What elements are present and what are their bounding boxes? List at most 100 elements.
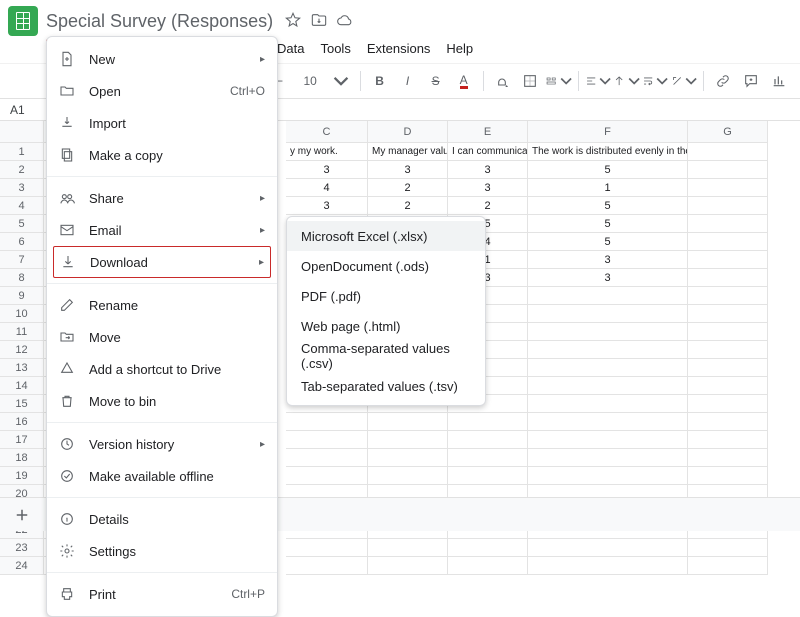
cell[interactable] bbox=[688, 449, 768, 467]
cell[interactable] bbox=[368, 449, 448, 467]
file-email[interactable]: Email ▸ bbox=[47, 214, 277, 246]
doc-title[interactable]: Special Survey (Responses) bbox=[46, 11, 273, 32]
row-header[interactable]: 11 bbox=[0, 323, 44, 341]
add-sheet-button[interactable] bbox=[8, 506, 36, 524]
cell[interactable] bbox=[286, 413, 368, 431]
cell[interactable] bbox=[448, 539, 528, 557]
cell[interactable] bbox=[688, 305, 768, 323]
cell[interactable] bbox=[528, 413, 688, 431]
cell[interactable] bbox=[448, 467, 528, 485]
cell[interactable] bbox=[368, 413, 448, 431]
row-header[interactable]: 1 bbox=[0, 143, 44, 161]
cell[interactable] bbox=[286, 431, 368, 449]
cell[interactable] bbox=[286, 539, 368, 557]
col-header-c[interactable]: C bbox=[286, 121, 368, 143]
bold-button[interactable]: B bbox=[367, 68, 393, 94]
file-new[interactable]: New ▸ bbox=[47, 43, 277, 75]
cell[interactable]: 5 bbox=[528, 215, 688, 233]
valign-button[interactable] bbox=[613, 68, 640, 94]
row-header[interactable]: 10 bbox=[0, 305, 44, 323]
menu-help[interactable]: Help bbox=[439, 38, 480, 59]
cell[interactable] bbox=[528, 305, 688, 323]
row-header[interactable]: 2 bbox=[0, 161, 44, 179]
fill-color-button[interactable] bbox=[489, 68, 515, 94]
file-add-shortcut[interactable]: Add a shortcut to Drive bbox=[47, 353, 277, 385]
cell[interactable] bbox=[688, 287, 768, 305]
cell[interactable] bbox=[688, 251, 768, 269]
cell[interactable] bbox=[688, 431, 768, 449]
row-header[interactable]: 9 bbox=[0, 287, 44, 305]
file-details[interactable]: Details bbox=[47, 503, 277, 535]
file-open[interactable]: Open Ctrl+O bbox=[47, 75, 277, 107]
download-csv[interactable]: Comma-separated values (.csv) bbox=[287, 341, 485, 371]
row-header[interactable]: 15 bbox=[0, 395, 44, 413]
cell[interactable] bbox=[448, 413, 528, 431]
cell[interactable]: 5 bbox=[528, 233, 688, 251]
cell[interactable] bbox=[368, 467, 448, 485]
row-header[interactable]: 24 bbox=[0, 557, 44, 575]
cell[interactable]: 4 bbox=[286, 179, 368, 197]
row-header[interactable]: 17 bbox=[0, 431, 44, 449]
row-header[interactable]: 18 bbox=[0, 449, 44, 467]
file-print[interactable]: Print Ctrl+P bbox=[47, 578, 277, 610]
col-header-e[interactable]: E bbox=[448, 121, 528, 143]
file-move[interactable]: Move bbox=[47, 321, 277, 353]
cell[interactable] bbox=[688, 323, 768, 341]
star-icon[interactable] bbox=[285, 12, 301, 31]
chart-button[interactable] bbox=[766, 68, 792, 94]
halign-button[interactable] bbox=[585, 68, 612, 94]
font-size[interactable]: 10 bbox=[294, 68, 325, 94]
file-make-copy[interactable]: Make a copy bbox=[47, 139, 277, 171]
cell[interactable] bbox=[688, 413, 768, 431]
cell[interactable] bbox=[688, 467, 768, 485]
font-size-increase[interactable] bbox=[328, 68, 354, 94]
row-header[interactable]: 8 bbox=[0, 269, 44, 287]
cell[interactable] bbox=[286, 467, 368, 485]
cell[interactable] bbox=[688, 143, 768, 161]
cell[interactable]: 2 bbox=[368, 197, 448, 215]
cell[interactable] bbox=[688, 215, 768, 233]
cell[interactable] bbox=[688, 161, 768, 179]
cell[interactable] bbox=[528, 557, 688, 575]
row-header[interactable]: 12 bbox=[0, 341, 44, 359]
sheets-logo[interactable] bbox=[8, 6, 38, 36]
row-header[interactable]: 19 bbox=[0, 467, 44, 485]
file-download[interactable]: Download ▸ bbox=[53, 246, 271, 278]
cell[interactable]: 3 bbox=[368, 161, 448, 179]
cell[interactable] bbox=[688, 557, 768, 575]
menu-tools[interactable]: Tools bbox=[313, 38, 357, 59]
row-header[interactable]: 5 bbox=[0, 215, 44, 233]
menu-extensions[interactable]: Extensions bbox=[360, 38, 438, 59]
name-box[interactable]: A1 bbox=[0, 103, 44, 117]
download-tsv[interactable]: Tab-separated values (.tsv) bbox=[287, 371, 485, 401]
cell[interactable] bbox=[528, 431, 688, 449]
row-header[interactable]: 14 bbox=[0, 377, 44, 395]
row-header[interactable]: 13 bbox=[0, 359, 44, 377]
file-import[interactable]: Import bbox=[47, 107, 277, 139]
borders-button[interactable] bbox=[517, 68, 543, 94]
row-header[interactable]: 16 bbox=[0, 413, 44, 431]
cell[interactable]: 1 bbox=[528, 179, 688, 197]
cell[interactable] bbox=[448, 449, 528, 467]
cell[interactable] bbox=[688, 233, 768, 251]
link-button[interactable] bbox=[710, 68, 736, 94]
cell[interactable]: I can communicate openl bbox=[448, 143, 528, 161]
wrap-button[interactable] bbox=[642, 68, 669, 94]
cell[interactable]: 3 bbox=[286, 197, 368, 215]
file-version-history[interactable]: Version history ▸ bbox=[47, 428, 277, 460]
file-offline[interactable]: Make available offline bbox=[47, 460, 277, 492]
cell[interactable]: My manager values my f bbox=[368, 143, 448, 161]
row-header[interactable]: 4 bbox=[0, 197, 44, 215]
cell[interactable] bbox=[688, 341, 768, 359]
download-html[interactable]: Web page (.html) bbox=[287, 311, 485, 341]
cell[interactable] bbox=[528, 359, 688, 377]
cell[interactable] bbox=[688, 377, 768, 395]
cell[interactable] bbox=[528, 467, 688, 485]
cell[interactable]: 5 bbox=[528, 197, 688, 215]
row-header[interactable]: 6 bbox=[0, 233, 44, 251]
download-xlsx[interactable]: Microsoft Excel (.xlsx) bbox=[287, 221, 485, 251]
cell[interactable] bbox=[286, 557, 368, 575]
select-all-corner[interactable] bbox=[0, 121, 44, 143]
cell[interactable]: 3 bbox=[448, 161, 528, 179]
cell[interactable] bbox=[528, 323, 688, 341]
